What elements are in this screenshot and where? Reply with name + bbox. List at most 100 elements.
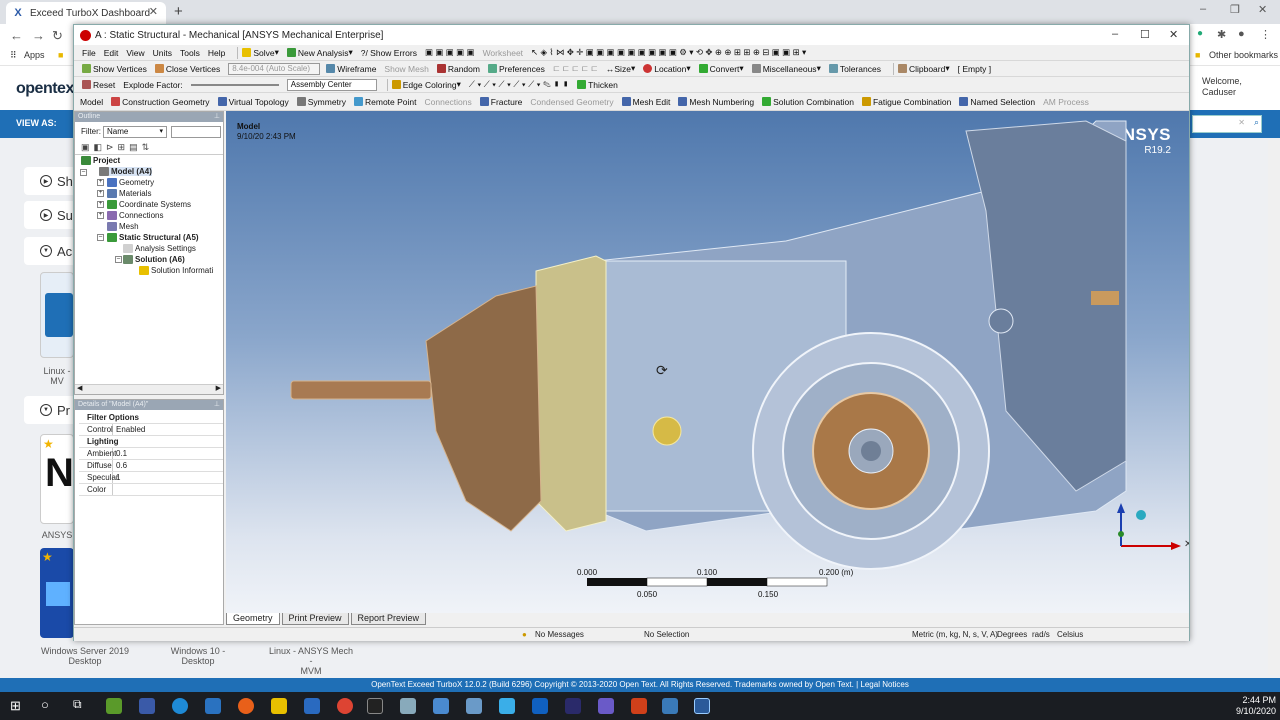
apps-grid-icon[interactable]: ⠿: [10, 50, 17, 61]
firefox-icon[interactable]: [238, 698, 254, 714]
show-mesh-button[interactable]: Show Mesh: [384, 64, 428, 74]
session-tile[interactable]: [40, 272, 74, 358]
control-row[interactable]: Control Enabled: [79, 424, 223, 436]
filter-search-input[interactable]: [171, 126, 221, 138]
browser-menu-icon[interactable]: ⋮: [1260, 28, 1271, 41]
miscellaneous-button[interactable]: Miscellaneous ▾: [751, 63, 821, 74]
remote-point-button[interactable]: Remote Point: [354, 97, 417, 107]
site-search-input[interactable]: ✕ ⌕: [1192, 115, 1262, 133]
close-vertices-button[interactable]: Close Vertices: [154, 64, 220, 74]
solve-button[interactable]: Solve ▾: [242, 47, 279, 58]
maximize-icon[interactable]: ☐: [1140, 28, 1150, 41]
tree-item-analysis-settings[interactable]: Analysis Settings: [123, 244, 196, 253]
wireframe-button[interactable]: Wireframe: [326, 64, 376, 74]
menu-tools[interactable]: Tools: [180, 48, 200, 58]
show-errors-button[interactable]: ?/ Show Errors: [361, 48, 417, 58]
file-explorer-icon[interactable]: [271, 698, 287, 714]
tree-item-solution[interactable]: Solution (A6): [123, 255, 185, 264]
taskbar-app-icon[interactable]: [466, 698, 482, 714]
scroll-right-icon[interactable]: ▶: [216, 384, 221, 392]
search-icon[interactable]: ⌕: [1254, 117, 1259, 128]
clear-search-icon[interactable]: ✕: [1238, 118, 1245, 127]
taskbar-app-icon[interactable]: [433, 698, 449, 714]
selection-toolbar-icons[interactable]: ↖ ◈ ⌇ ⋈ ✥ ✛ ▣ ▣ ▣ ▣ ▣ ▣ ▣ ▣ ▣ ⚙ ▾ ⟲ ✥ ⊕ …: [531, 47, 806, 58]
auto-scale-select[interactable]: 8.4e-004 (Auto Scale): [228, 62, 321, 75]
show-vertices-button[interactable]: Show Vertices: [82, 64, 147, 74]
taskbar-app-icon[interactable]: [662, 698, 678, 714]
toolbar-icons-a[interactable]: ▣ ▣ ▣ ▣ ▣: [425, 47, 475, 58]
color-row[interactable]: Color: [79, 484, 223, 496]
section-card[interactable]: ▶ Sh: [24, 167, 80, 195]
back-arrow-icon[interactable]: ←: [10, 28, 23, 43]
tolerances-button[interactable]: Tolerances: [828, 64, 881, 74]
triad-close-icon[interactable]: ✕: [1184, 539, 1189, 550]
mesh-numbering-button[interactable]: Mesh Numbering: [678, 97, 754, 107]
diffuse-row[interactable]: Diffuse 0.6: [79, 460, 223, 472]
isometric-ball-icon[interactable]: [1136, 510, 1146, 520]
tab-report-preview[interactable]: Report Preview: [350, 613, 427, 625]
specular-row[interactable]: Specular 1: [79, 472, 223, 484]
tree-expander[interactable]: –: [80, 169, 87, 176]
page-scrollbar[interactable]: [1268, 140, 1280, 675]
edge-browser-icon[interactable]: [172, 698, 188, 714]
edge-tools-icons[interactable]: ⟋ ▾ ⟋ ▾ ⟋ ▾ ⟋ ▾ ⟋ ▾ ✎ ▮ ▮: [469, 79, 569, 90]
reload-icon[interactable]: ↻: [52, 28, 63, 44]
condensed-geometry-button[interactable]: Condensed Geometry: [530, 97, 613, 107]
dim-icons[interactable]: ⊏ ⊏ ⊏ ⊏ ⊏: [553, 63, 598, 74]
tree-expander[interactable]: –: [97, 234, 104, 241]
restore-browser-icon[interactable]: ❐: [1230, 3, 1240, 16]
tree-item-materials[interactable]: Materials: [107, 189, 151, 198]
assembly-center-select[interactable]: Assembly Center: [286, 78, 377, 91]
minimize-browser-icon[interactable]: –: [1200, 3, 1206, 15]
construction-geometry-button[interactable]: Construction Geometry: [111, 97, 210, 107]
teams-icon[interactable]: [598, 698, 614, 714]
context-model-tab[interactable]: Model: [80, 97, 103, 107]
taskbar-app-icon[interactable]: [106, 698, 122, 714]
convert-button[interactable]: Convert ▾: [698, 63, 744, 74]
terminal-icon[interactable]: [367, 698, 383, 714]
close-icon[interactable]: ✕: [1169, 28, 1178, 41]
new-tab-button[interactable]: +: [174, 3, 183, 20]
filter-options-group[interactable]: Filter Options: [79, 412, 223, 424]
thicken-button[interactable]: Thicken: [577, 80, 618, 90]
tree-item-connections[interactable]: Connections: [107, 211, 163, 220]
reset-button[interactable]: Reset: [82, 80, 115, 90]
location-button[interactable]: Location ▾: [643, 63, 691, 74]
tree-expander[interactable]: +: [97, 201, 104, 208]
new-analysis-button[interactable]: New Analysis ▾: [286, 47, 353, 58]
taskbar-app-icon[interactable]: [139, 698, 155, 714]
section-card[interactable]: ▶ Su: [24, 201, 80, 229]
tree-item-coordinate-systems[interactable]: Coordinate Systems: [107, 200, 191, 209]
taskbar-app-icon[interactable]: [499, 698, 515, 714]
fatigue-combination-button[interactable]: Fatigue Combination: [861, 97, 951, 107]
graphics-viewport[interactable]: Model 9/10/20 2:43 PM ANSYS R19.2 ⟳ ✕ 0.…: [226, 111, 1189, 613]
tree-expander[interactable]: +: [97, 179, 104, 186]
tree-item-mesh[interactable]: Mesh: [107, 222, 139, 231]
am-process-button[interactable]: AM Process: [1043, 97, 1089, 107]
units-status[interactable]: Metric (m, kg, N, s, V, A): [912, 630, 998, 639]
bookmark-other[interactable]: Other bookmarks: [1209, 50, 1278, 60]
close-tab-icon[interactable]: ✕: [149, 5, 158, 18]
close-browser-icon[interactable]: ✕: [1258, 3, 1267, 16]
search-circle-icon[interactable]: ○: [41, 697, 49, 712]
pin-icon[interactable]: ⊥: [214, 112, 220, 122]
bookmark-apps[interactable]: Apps: [24, 50, 45, 60]
taskbar-app-icon[interactable]: [565, 698, 581, 714]
browser-tab[interactable]: X Exceed TurboX Dashboard ✕: [6, 2, 166, 24]
taskbar-app-icon[interactable]: [304, 698, 320, 714]
task-view-icon[interactable]: ⧉: [73, 697, 82, 712]
puzzle-extensions-icon[interactable]: ✱: [1217, 28, 1226, 41]
degrees-status[interactable]: Degrees: [997, 630, 1027, 639]
explode-factor-slider[interactable]: [190, 83, 279, 86]
tree-item-model[interactable]: Model (A4): [99, 167, 152, 176]
menu-file[interactable]: File: [82, 48, 96, 58]
virtual-topology-button[interactable]: Virtual Topology: [217, 97, 289, 107]
extension-icon[interactable]: ●: [1197, 28, 1203, 39]
taskbar-clock[interactable]: 2:44 PM 9/10/2020: [1226, 695, 1276, 717]
tree-expander[interactable]: +: [97, 212, 104, 219]
tab-geometry[interactable]: Geometry: [226, 613, 280, 625]
pin-icon[interactable]: ⊥: [214, 400, 220, 410]
connections-button[interactable]: Connections: [425, 97, 472, 107]
menu-help[interactable]: Help: [208, 48, 225, 58]
windows-tile[interactable]: ★: [40, 548, 74, 638]
